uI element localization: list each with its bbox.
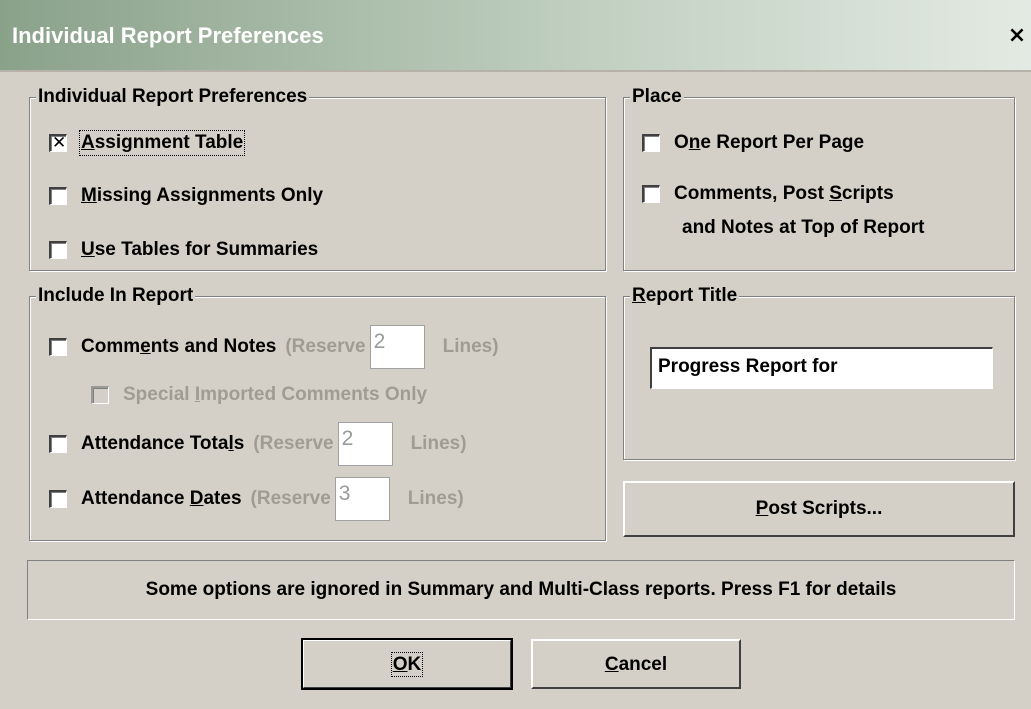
att-totals-reserve-label: (Reserve — [253, 433, 334, 454]
use-tables-label: Use Tables for Summaries — [81, 239, 319, 260]
assignment-table-label: Assignment Table — [78, 130, 246, 156]
title-bar[interactable]: Individual Report Preferences × — [0, 0, 1031, 72]
attendance-totals-label: Attendance Totals — [81, 433, 245, 454]
checkbox-box[interactable] — [49, 490, 67, 508]
post-scripts-label: Post Scripts... — [755, 498, 883, 519]
attendance-totals-checkbox[interactable]: Attendance Totals (Reserve 2 Lines) — [49, 422, 467, 466]
missing-assignments-label: Missing Assignments Only — [81, 185, 324, 206]
special-imported-label: Special Imported Comments Only — [123, 384, 428, 405]
comments-top-label-line2: and Notes at Top of Report — [682, 217, 925, 238]
att-totals-lines-label: Lines) — [410, 433, 467, 454]
checkbox-box[interactable] — [49, 435, 67, 453]
comments-reserve-label: (Reserve — [285, 336, 366, 357]
comments-notes-checkbox[interactable]: Comments and Notes (Reserve 2 Lines) — [49, 325, 499, 369]
prefs-legend: Individual Report Preferences — [36, 86, 310, 108]
use-tables-checkbox[interactable]: Use Tables for Summaries — [49, 239, 318, 261]
comments-notes-label: Comments and Notes — [81, 336, 277, 357]
cancel-label: Cancel — [604, 654, 668, 675]
checkbox-box[interactable] — [49, 338, 67, 356]
att-dates-lines-label: Lines) — [407, 488, 464, 509]
attendance-dates-checkbox[interactable]: Attendance Dates (Reserve 3 Lines) — [49, 477, 464, 521]
checkbox-box[interactable] — [642, 185, 660, 203]
report-title-group: Report Title Progress Report for — [623, 285, 1015, 460]
attendance-dates-label: Attendance Dates — [81, 488, 242, 509]
report-title-input[interactable]: Progress Report for — [650, 347, 993, 389]
checkbox-box[interactable] — [49, 187, 67, 205]
include-group: Include In Report Comments and Notes (Re… — [29, 285, 606, 541]
window-title: Individual Report Preferences — [12, 23, 324, 48]
checkbox-box[interactable] — [642, 134, 660, 152]
checkbox-box[interactable] — [49, 241, 67, 259]
include-legend: Include In Report — [36, 285, 196, 307]
prefs-group: Individual Report Preferences ✕ Assignme… — [29, 86, 606, 271]
ok-label: OK — [390, 652, 424, 677]
checkbox-box[interactable] — [91, 386, 109, 404]
one-report-per-page-checkbox[interactable]: One Report Per Page — [642, 132, 864, 154]
check-mark-icon: ✕ — [52, 133, 67, 153]
ok-button[interactable]: OK — [301, 638, 513, 690]
assignment-table-checkbox[interactable]: ✕ Assignment Table — [49, 130, 246, 156]
close-icon[interactable]: × — [1004, 22, 1030, 50]
cancel-button[interactable]: Cancel — [531, 639, 741, 689]
comments-lines-label: Lines) — [442, 336, 499, 357]
dialog-window: Individual Report Preferences × Individu… — [0, 0, 1031, 709]
att-dates-reserve-label: (Reserve — [250, 488, 331, 509]
att-dates-lines-input[interactable]: 3 — [334, 477, 390, 521]
special-imported-checkbox[interactable]: Special Imported Comments Only — [91, 384, 427, 406]
one-report-label: One Report Per Page — [674, 132, 865, 153]
comments-lines-input[interactable]: 2 — [369, 325, 425, 369]
post-scripts-button[interactable]: Post Scripts... — [623, 481, 1015, 537]
report-title-legend: Report Title — [630, 285, 740, 307]
comments-top-label-line1: Comments, Post Scripts — [674, 183, 894, 204]
comments-top-checkbox[interactable]: Comments, Post Scripts — [642, 183, 894, 205]
place-group: Place One Report Per Page Comments, Post… — [623, 86, 1015, 271]
missing-assignments-checkbox[interactable]: Missing Assignments Only — [49, 185, 323, 207]
notice-text: Some options are ignored in Summary and … — [27, 560, 1015, 620]
place-legend: Place — [630, 86, 684, 108]
att-totals-lines-input[interactable]: 2 — [337, 422, 393, 466]
checkbox-box[interactable]: ✕ — [49, 133, 67, 153]
